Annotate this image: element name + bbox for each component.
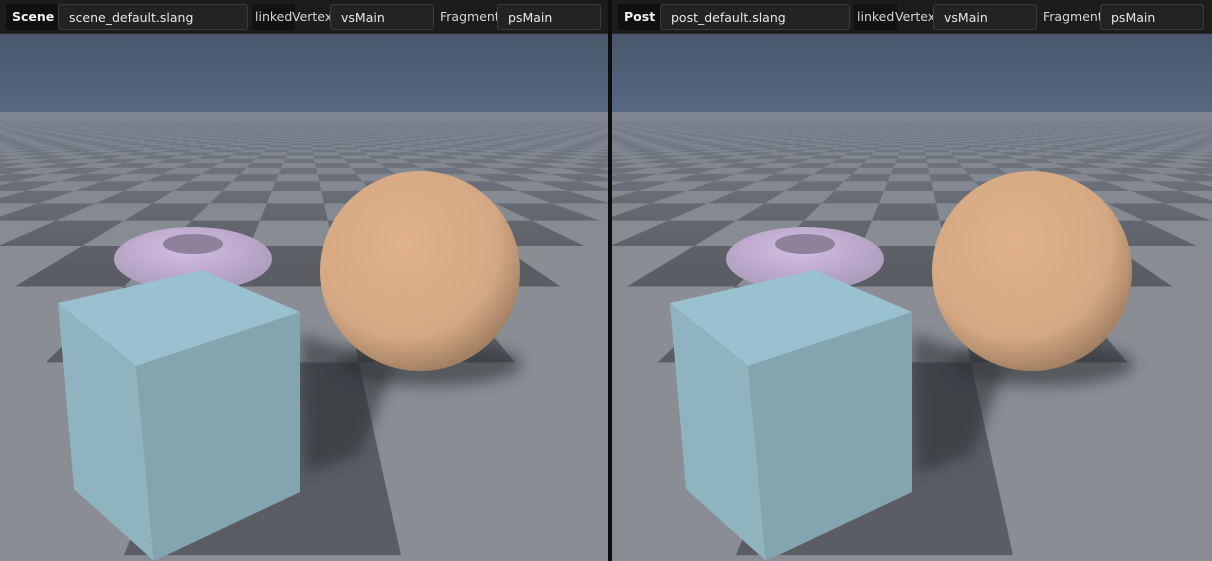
post-vertex-entry-field[interactable]: vsMain [933,4,1037,30]
post-vertex-label: Vertex [895,9,936,24]
scene-pane: Scene scene_default.slang linked Vertex … [0,0,608,561]
scene-toolbar: Scene scene_default.slang linked Vertex … [0,0,608,34]
scene-fragment-label: Fragment [440,9,500,24]
post-viewport[interactable] [612,34,1212,561]
scene-link-status: linked [252,4,296,30]
post-label: Post [618,4,662,30]
app-window: Scene scene_default.slang linked Vertex … [0,0,1212,561]
sphere-object [932,171,1132,371]
sky [612,34,1212,113]
scene-viewport[interactable] [0,34,608,561]
post-pane: Post post_default.slang linked Vertex vs… [612,0,1212,561]
scene-vertex-label: Vertex [292,9,333,24]
post-fragment-label: Fragment [1043,9,1103,24]
post-link-status: linked [854,4,898,30]
post-shader-file-field[interactable]: post_default.slang [660,4,850,30]
post-toolbar: Post post_default.slang linked Vertex vs… [612,0,1212,34]
scene-shader-file-field[interactable]: scene_default.slang [58,4,248,30]
scene-fragment-entry-field[interactable]: psMain [497,4,601,30]
post-fragment-entry-field[interactable]: psMain [1100,4,1204,30]
scene-vertex-entry-field[interactable]: vsMain [330,4,434,30]
scene-label: Scene [6,4,61,30]
sphere-object [320,171,520,371]
sky [0,34,608,113]
